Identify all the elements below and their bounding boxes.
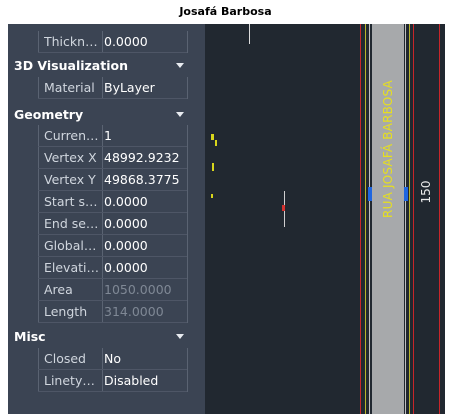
drawing-line: [405, 24, 406, 414]
property-label: Area: [44, 282, 73, 297]
property-label: Elevati…: [44, 260, 99, 275]
property-row-thickness[interactable]: Thickn… 0.0000: [8, 31, 188, 53]
property-value[interactable]: 0.0000: [103, 235, 188, 257]
property-row-closed[interactable]: Closed No: [8, 348, 188, 370]
property-value[interactable]: 0.0000: [103, 213, 188, 235]
property-value[interactable]: 1: [103, 125, 188, 147]
drawing-line: [413, 24, 414, 414]
category-label: Misc: [14, 329, 46, 344]
property-value[interactable]: ByLayer: [103, 77, 188, 99]
category-label: Geometry: [14, 107, 84, 122]
drawing-line: [439, 24, 440, 414]
property-value[interactable]: 48992.9232: [103, 147, 188, 169]
property-value-readonly: 314.0000: [104, 304, 164, 319]
category-3d-visualization[interactable]: 3D Visualization: [8, 55, 188, 77]
window-title: Josafá Barbosa: [179, 5, 272, 18]
dimension-label: 150: [419, 180, 433, 204]
property-value[interactable]: No: [103, 348, 188, 370]
property-row-elevation[interactable]: Elevati… 0.0000: [8, 257, 188, 279]
property-label: End se…: [44, 216, 99, 231]
street-name-label: RUA JOSAFÁ BARBOSA: [381, 80, 395, 218]
drawing-canvas[interactable]: RUA JOSAFÁ BARBOSA 150: [205, 24, 445, 414]
property-value[interactable]: 0.0000: [103, 31, 188, 53]
chevron-down-icon[interactable]: [176, 63, 184, 68]
property-label: Length: [44, 304, 88, 319]
text-fragment: [212, 163, 214, 171]
grip-marker[interactable]: [368, 187, 372, 201]
drawing-line: [369, 24, 370, 414]
grip-marker[interactable]: [282, 205, 285, 211]
drawing-line: [365, 24, 366, 414]
property-row-linetype-generation[interactable]: Linety… Disabled: [8, 370, 188, 392]
property-value[interactable]: 0.0000: [103, 191, 188, 213]
property-label: Vertex X: [44, 150, 97, 165]
chevron-down-icon[interactable]: [176, 334, 184, 339]
property-row-vertex-x[interactable]: Vertex X 48992.9232: [8, 147, 188, 169]
chevron-down-icon[interactable]: [176, 112, 184, 117]
property-label: Curren…: [44, 128, 99, 143]
category-label: 3D Visualization: [14, 58, 128, 73]
property-row-global-width[interactable]: Global… 0.0000: [8, 235, 188, 257]
text-fragment: [215, 140, 217, 146]
category-geometry[interactable]: Geometry: [8, 104, 188, 126]
drawing-line: [409, 24, 410, 414]
property-value[interactable]: Disabled: [103, 370, 188, 392]
property-label: Global…: [44, 238, 97, 253]
property-label: Start s…: [44, 194, 98, 209]
property-row-start-segment[interactable]: Start s… 0.0000: [8, 191, 188, 213]
property-label: Vertex Y: [44, 172, 96, 187]
text-fragment: [211, 134, 214, 140]
property-row-material[interactable]: Material ByLayer: [8, 77, 188, 99]
property-value[interactable]: 49868.3775: [103, 169, 188, 191]
drawing-line: [249, 24, 250, 44]
property-row-length: Length 314.0000: [8, 301, 188, 323]
property-value[interactable]: 0.0000: [103, 257, 188, 279]
property-row-end-segment[interactable]: End se… 0.0000: [8, 213, 188, 235]
text-fragment: [211, 194, 213, 198]
property-label: Closed: [44, 351, 86, 366]
grip-marker[interactable]: [404, 187, 408, 201]
property-label: Thickn…: [44, 34, 98, 49]
cad-view: Thickn… 0.0000 3D Visualization Material…: [8, 24, 445, 414]
property-label: Linety…: [44, 373, 95, 388]
property-row-vertex-y[interactable]: Vertex Y 49868.3775: [8, 169, 188, 191]
category-misc[interactable]: Misc: [8, 326, 188, 348]
properties-panel: Thickn… 0.0000 3D Visualization Material…: [8, 24, 205, 414]
property-value-readonly: 1050.0000: [104, 282, 172, 297]
property-label: Material: [44, 80, 95, 95]
property-row-current-vertex[interactable]: Curren… 1: [8, 125, 188, 147]
property-row-area: Area 1050.0000: [8, 279, 188, 301]
drawing-line: [360, 24, 361, 414]
